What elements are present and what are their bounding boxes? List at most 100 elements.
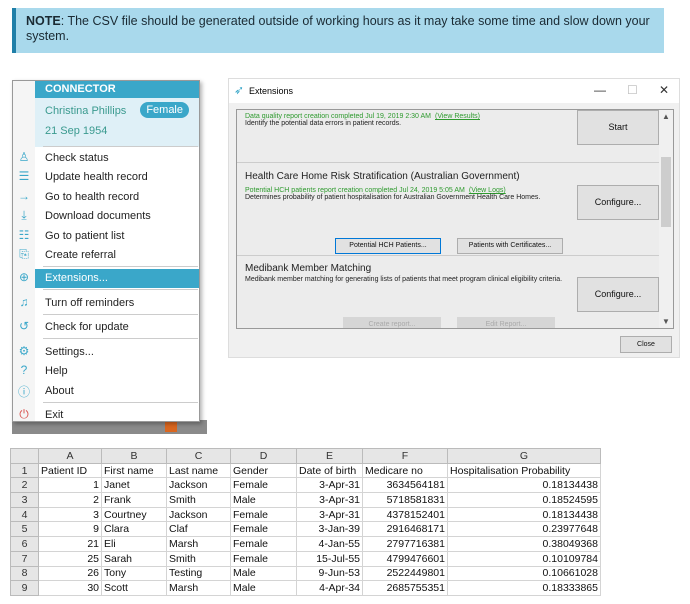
column-header[interactable]: B — [101, 448, 167, 464]
cell[interactable]: 4378152401 — [362, 506, 448, 523]
cell[interactable]: 3-Apr-31 — [296, 506, 363, 523]
menu-item-help[interactable]: ? Help — [21, 362, 199, 381]
cell[interactable]: 4-Jan-55 — [296, 536, 363, 552]
cell[interactable]: Clara — [101, 521, 167, 538]
cell[interactable]: 4799476601 — [362, 550, 448, 567]
cell[interactable]: 0.18524595 — [447, 492, 601, 508]
close-button[interactable]: Close — [620, 336, 672, 353]
row-number[interactable]: 3 — [10, 492, 39, 508]
minimize-button[interactable]: — — [594, 83, 606, 97]
cell[interactable]: 5718581831 — [362, 492, 448, 508]
row-number[interactable]: 8 — [10, 565, 39, 582]
header-cell[interactable]: First name — [101, 462, 167, 479]
row-number[interactable]: 9 — [10, 580, 39, 596]
cell[interactable]: 3634564181 — [362, 477, 448, 494]
row-number[interactable]: 2 — [10, 477, 39, 494]
cell[interactable]: Marsh — [166, 536, 231, 552]
view-logs-link[interactable]: (View Logs) — [469, 187, 506, 194]
cell[interactable]: Marsh — [166, 580, 231, 596]
cell[interactable]: 0.23977648 — [447, 521, 601, 538]
header-cell[interactable]: Gender — [230, 462, 297, 479]
row-number[interactable]: 4 — [10, 506, 39, 523]
column-header[interactable]: E — [296, 448, 363, 464]
cell[interactable]: 0.18134438 — [447, 506, 601, 523]
cell[interactable]: 2522449801 — [362, 565, 448, 582]
edit-report-button[interactable]: Edit Report... — [457, 317, 555, 328]
column-header[interactable]: A — [38, 448, 102, 464]
menu-item-exit[interactable]: ⏻ Exit — [19, 406, 199, 425]
cell[interactable]: 3 — [38, 506, 102, 523]
mb-configure-button[interactable]: Configure... — [577, 277, 659, 312]
header-cell[interactable]: Date of birth — [296, 462, 363, 479]
column-header[interactable]: G — [447, 448, 601, 464]
cell[interactable]: 1 — [38, 477, 102, 494]
close-window-button[interactable]: ✕ — [659, 83, 669, 97]
patients-with-certificates-button[interactable]: Patients with Certificates... — [457, 238, 563, 254]
cell[interactable]: Male — [230, 580, 297, 596]
cell[interactable]: Courtney — [101, 506, 167, 523]
cell[interactable]: Tony — [101, 565, 167, 582]
row-number[interactable]: 5 — [10, 521, 39, 538]
menu-item-download-documents[interactable]: ⤓ Download documents — [21, 207, 199, 226]
cell[interactable]: 25 — [38, 550, 102, 567]
scrollbar[interactable]: ▲ ▼ — [659, 110, 673, 328]
cell[interactable]: Smith — [166, 492, 231, 508]
cell[interactable]: 9-Jun-53 — [296, 565, 363, 582]
menu-item-check-for-update[interactable]: ↺ Check for update — [19, 318, 199, 337]
header-cell[interactable]: Patient ID — [38, 462, 102, 479]
view-results-link[interactable]: (View Results) — [435, 113, 480, 120]
cell[interactable]: Smith — [166, 550, 231, 567]
menu-item-update-health-record[interactable]: ☰ Update health record — [19, 168, 199, 187]
cell[interactable]: Male — [230, 565, 297, 582]
select-all-corner[interactable] — [10, 448, 39, 464]
row-number[interactable]: 7 — [10, 550, 39, 567]
header-cell[interactable]: Medicare no — [362, 462, 448, 479]
menu-item-create-referral[interactable]: ⎘ Create referral — [19, 246, 199, 265]
header-cell[interactable]: Last name — [166, 462, 231, 479]
scroll-thumb[interactable] — [661, 157, 671, 227]
cell[interactable]: 0.18134438 — [447, 477, 601, 494]
menu-item-extensions[interactable]: ⊕ Extensions... — [19, 269, 199, 288]
cell[interactable]: Testing — [166, 565, 231, 582]
cell[interactable]: 30 — [38, 580, 102, 596]
cell[interactable]: 2685755351 — [362, 580, 448, 596]
cell[interactable]: Female — [230, 477, 297, 494]
cell[interactable]: 0.10661028 — [447, 565, 601, 582]
cell[interactable]: 15-Jul-55 — [296, 550, 363, 567]
cell[interactable]: 2797716381 — [362, 536, 448, 552]
start-button[interactable]: Start — [577, 110, 659, 145]
cell[interactable]: 0.18333865 — [447, 580, 601, 596]
menu-item-settings[interactable]: ⚙ Settings... — [19, 343, 199, 362]
cell[interactable]: Female — [230, 506, 297, 523]
column-header[interactable]: D — [230, 448, 297, 464]
cell[interactable]: 3-Apr-31 — [296, 477, 363, 494]
cell[interactable]: 0.10109784 — [447, 550, 601, 567]
cell[interactable]: 9 — [38, 521, 102, 538]
menu-item-go-to-patient-list[interactable]: ☷ Go to patient list — [19, 227, 199, 246]
hch-configure-button[interactable]: Configure... — [577, 185, 659, 220]
cell[interactable]: Female — [230, 550, 297, 567]
cell[interactable]: Male — [230, 492, 297, 508]
scroll-up-icon[interactable]: ▲ — [662, 112, 670, 121]
cell[interactable]: 26 — [38, 565, 102, 582]
scroll-down-icon[interactable]: ▼ — [662, 317, 670, 326]
cell[interactable]: Jackson — [166, 477, 231, 494]
menu-item-check-status[interactable]: ♙ Check status — [19, 149, 199, 168]
column-header[interactable]: C — [166, 448, 231, 464]
potential-hch-patients-button[interactable]: Potential HCH Patients... — [335, 238, 441, 254]
cell[interactable]: Eli — [101, 536, 167, 552]
cell[interactable]: 2 — [38, 492, 102, 508]
cell[interactable]: 3-Jan-39 — [296, 521, 363, 538]
cell[interactable]: 0.38049368 — [447, 536, 601, 552]
column-header[interactable]: F — [362, 448, 448, 464]
cell[interactable]: Sarah — [101, 550, 167, 567]
cell[interactable]: Jackson — [166, 506, 231, 523]
row-number[interactable]: 6 — [10, 536, 39, 552]
menu-item-turn-off-reminders[interactable]: ♫ Turn off reminders — [20, 294, 199, 313]
cell[interactable]: 4-Apr-34 — [296, 580, 363, 596]
header-cell[interactable]: Hospitalisation Probability — [447, 462, 601, 479]
row-number[interactable]: 1 — [10, 462, 39, 479]
cell[interactable]: 2916468171 — [362, 521, 448, 538]
cell[interactable]: Claf — [166, 521, 231, 538]
cell[interactable]: Janet — [101, 477, 167, 494]
